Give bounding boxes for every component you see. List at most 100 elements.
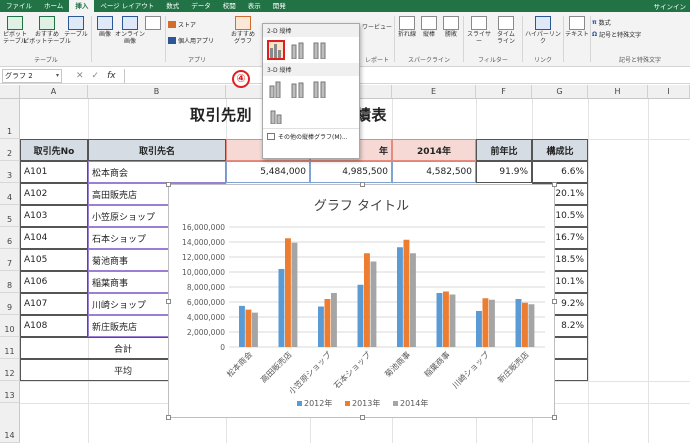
store-button[interactable]: ストア [168,20,196,29]
resize-handle[interactable] [552,182,557,187]
chevron-down-icon[interactable]: ▾ [56,70,59,82]
tab-developer[interactable]: 開発 [267,0,292,12]
header-cell-2014[interactable]: 2014年 [392,139,476,161]
table-cell-id[interactable]: A105 [20,249,88,271]
function-icon[interactable]: fx [107,71,116,81]
stacked-column-option[interactable] [289,40,307,60]
column-header-h[interactable]: H [588,85,648,99]
header-cell-id[interactable]: 取引先No [20,139,88,161]
row-header-7[interactable]: 7 [0,249,20,271]
picture-button[interactable]: 画像 [94,16,116,38]
group-filters-label: フィルター [478,57,508,64]
row-header-6[interactable]: 6 [0,227,20,249]
header-cell-share[interactable]: 構成比 [532,139,588,161]
tab-view[interactable]: 表示 [242,0,267,12]
tab-review[interactable]: 校閲 [217,0,242,12]
cancel-icon[interactable]: ✕ [76,71,84,81]
table-cell-name[interactable]: 松本商会 [88,161,226,183]
column-header-b[interactable]: B [88,85,226,99]
table-cell-id[interactable]: A101 [20,161,88,183]
tab-data[interactable]: データ [185,0,217,12]
select-all-corner[interactable] [0,85,20,99]
percent-stacked-column-option[interactable] [311,40,329,60]
signin-link[interactable]: サインイン [654,1,690,11]
table-cell-id[interactable]: A102 [20,183,88,205]
shapes-icon [145,16,161,30]
table-cell-2014[interactable]: 4,582,500 [392,161,476,183]
personal-apps-button[interactable]: 個人用アプリ [168,36,214,45]
resize-handle[interactable] [360,182,365,187]
row-header-8[interactable]: 8 [0,271,20,293]
header-cell-yoy[interactable]: 前年比 [476,139,532,161]
sparkline-line-button[interactable]: 折れ線 [396,16,418,38]
table-cell-2012[interactable]: 5,484,000 [226,161,310,183]
3d-column-option[interactable] [267,105,285,125]
more-column-charts-link[interactable]: その他の縦棒グラフ(M)... [263,128,359,144]
3d-clustered-column-option[interactable] [267,79,285,99]
column-chart[interactable]: グラフ タイトル 0 2,000,000 4,000,000 6,000,000 8,0… [166,182,557,420]
table-cell-id[interactable]: A106 [20,271,88,293]
row-header-9[interactable]: 9 [0,293,20,315]
3d-percent-column-option[interactable] [311,79,329,99]
table-cell-id[interactable]: A104 [20,227,88,249]
row-header-14[interactable]: 14 [0,403,20,443]
clustered-column-option[interactable] [267,40,285,60]
table-button[interactable]: テーブル [64,16,88,38]
formula-input[interactable] [123,68,688,83]
equation-button[interactable]: π 数式 [592,18,611,27]
enter-icon[interactable]: ✓ [92,71,100,81]
row-header-2[interactable]: 2 [0,139,20,161]
sparkline-winloss-button[interactable]: 勝敗 [440,16,462,38]
resize-handle[interactable] [166,182,171,187]
column-header-g[interactable]: G [532,85,588,99]
row-header-4[interactable]: 4 [0,183,20,205]
resize-handle[interactable] [552,415,557,420]
y-tick-label: 14,000,000 [182,238,225,247]
online-picture-button[interactable]: オンライン 画像 [115,16,145,45]
recommended-pivot-button[interactable]: おすすめ ピボットテーブル [23,16,71,45]
resize-handle[interactable] [552,299,557,304]
chart-bar [318,306,324,347]
resize-handle[interactable] [360,415,365,420]
row-header-11[interactable]: 11 [0,337,20,359]
table-cell-id[interactable]: A103 [20,205,88,227]
timeline-button[interactable]: タイム ライン [493,16,519,45]
name-box[interactable]: グラフ 2 ▾ [2,68,62,83]
resize-handle[interactable] [166,299,171,304]
column-header-f[interactable]: F [476,85,532,99]
row-header-1[interactable]: 1 [0,99,20,139]
group-sparklines-label: スパークライン [407,57,450,64]
table-cell-share[interactable]: 6.6% [532,161,588,183]
sparkline-column-button[interactable]: 縦棒 [418,16,440,38]
tab-page-layout[interactable]: ページ レイアウト [94,0,160,12]
slicer-button[interactable]: スライサー [465,16,493,45]
row-header-12[interactable]: 12 [0,359,20,381]
header-cell-name[interactable]: 取引先名 [88,139,226,161]
symbol-button[interactable]: Ω 記号と特殊文字 [592,30,641,39]
text-button[interactable]: テキスト [565,16,589,38]
sparkline-winloss-icon [443,16,459,30]
hyperlink-button[interactable]: ハイパーリンク [524,16,562,45]
column-header-a[interactable]: A [20,85,88,99]
table-cell-yoy[interactable]: 91.9% [476,161,532,183]
resize-handle[interactable] [166,415,171,420]
row-header-13[interactable]: 13 [0,381,20,403]
3d-stacked-column-option[interactable] [289,79,307,99]
tab-file[interactable]: ファイル [0,0,38,12]
tab-formulas[interactable]: 数式 [160,0,185,12]
table-cell-id[interactable]: A107 [20,293,88,315]
recommended-chart-button[interactable]: おすすめ グラフ [226,16,260,45]
power-view-button[interactable]: ワービュー [360,24,394,31]
group-reports-label: レポート [364,57,389,64]
tab-insert[interactable]: 挿入 [69,0,95,12]
row-header-10[interactable]: 10 [0,315,20,337]
row-header-5[interactable]: 5 [0,205,20,227]
shapes-button[interactable] [144,16,162,31]
table-cell-2013[interactable]: 4,985,500 [310,161,392,183]
column-header-i[interactable]: I [648,85,690,99]
tab-home[interactable]: ホーム [38,0,69,12]
column-header-e[interactable]: E [392,85,476,99]
ribbon-separator [91,16,92,62]
table-cell-id[interactable]: A108 [20,315,88,337]
row-header-3[interactable]: 3 [0,161,20,183]
